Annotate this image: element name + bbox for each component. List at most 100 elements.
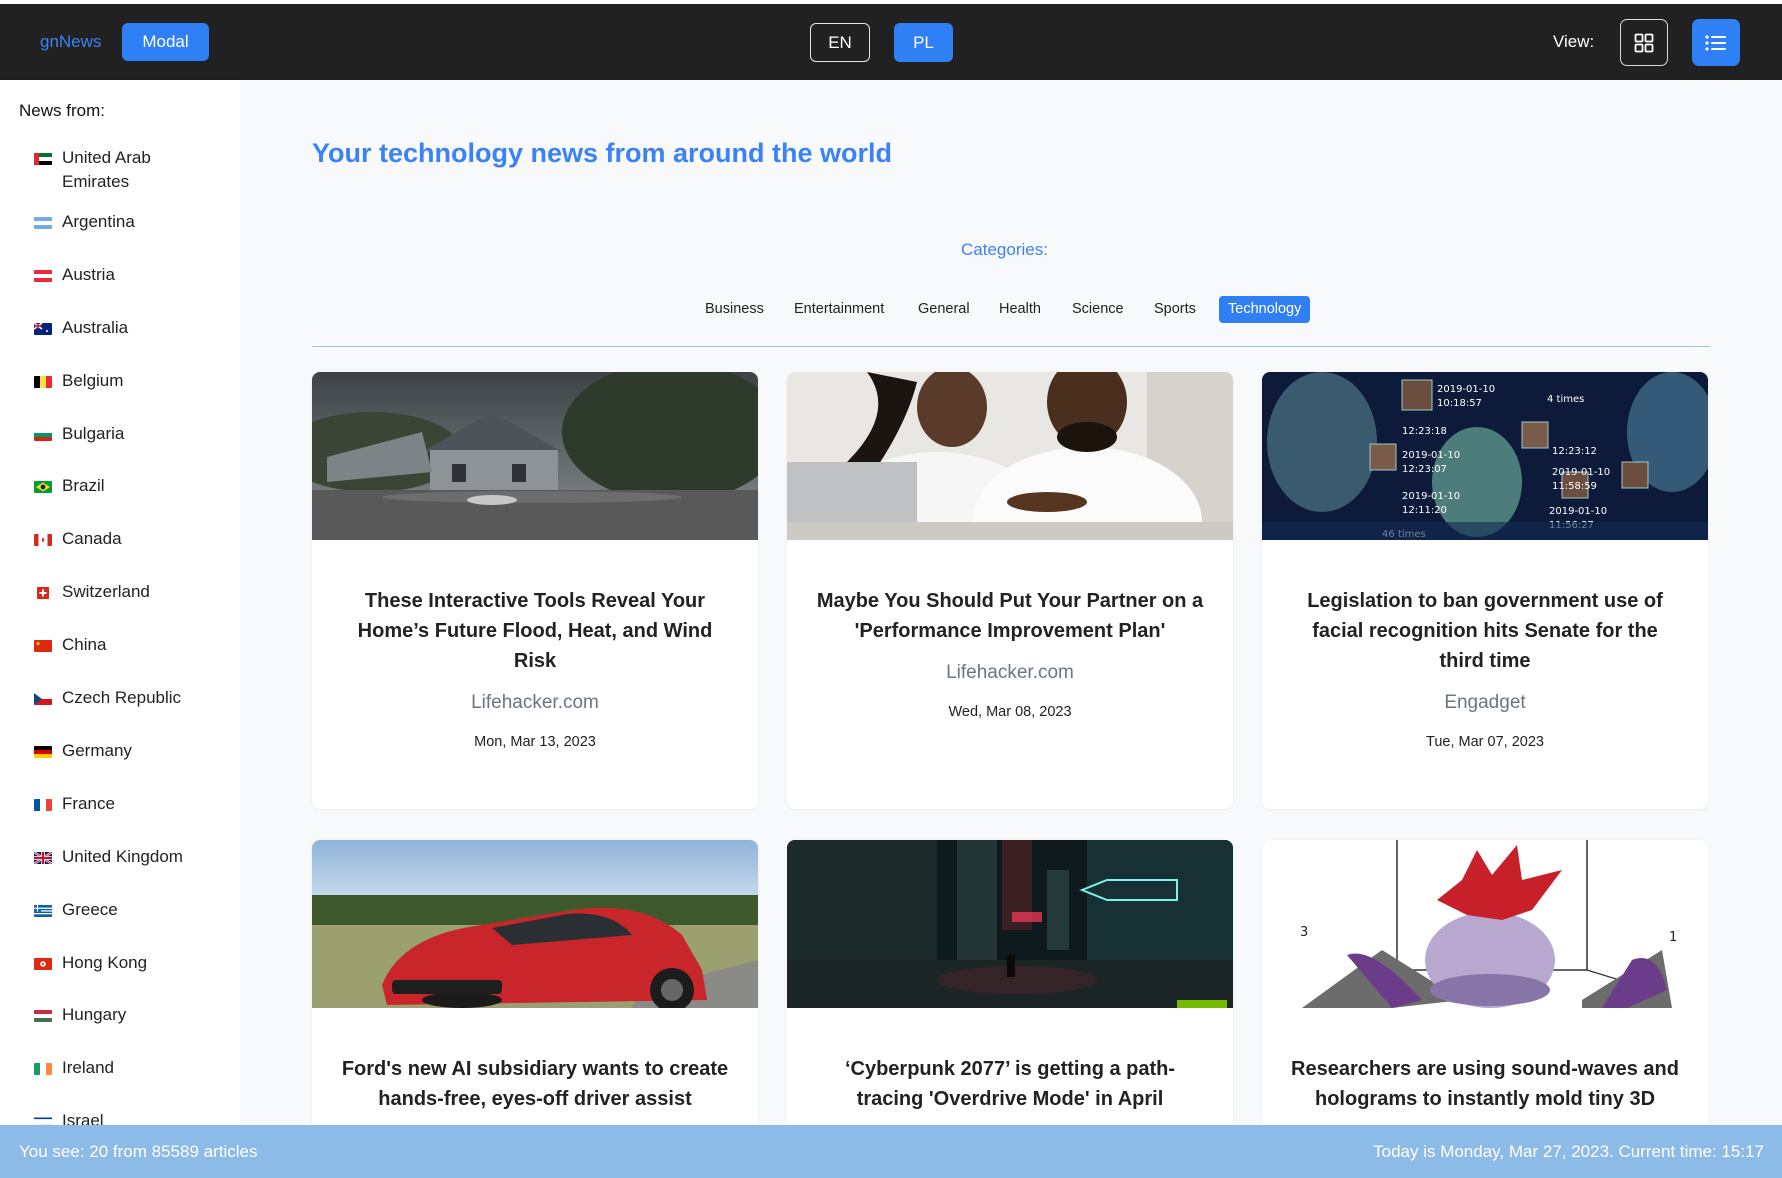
sidebar-item-label: Belgium bbox=[62, 371, 124, 390]
flag-cn-icon bbox=[34, 640, 52, 652]
category-science[interactable]: Science bbox=[1072, 296, 1124, 323]
svg-text:1: 1 bbox=[1669, 930, 1677, 945]
category-health[interactable]: Health bbox=[999, 296, 1041, 323]
news-card-title[interactable]: ‘Cyberpunk 2077’ is getting a path-traci… bbox=[815, 1054, 1205, 1114]
category-business[interactable]: Business bbox=[705, 296, 764, 323]
news-card-title[interactable]: Legislation to ban government use of fac… bbox=[1290, 586, 1680, 676]
sidebar-item-de[interactable]: Germany bbox=[34, 739, 132, 763]
sidebar-item-cn[interactable]: China bbox=[34, 633, 106, 657]
svg-text:2019-01-10: 2019-01-10 bbox=[1402, 450, 1460, 461]
sidebar-item-label: Argentina bbox=[62, 212, 135, 231]
sidebar-item-label: Hong Kong bbox=[62, 953, 148, 972]
news-card-title[interactable]: Maybe You Should Put Your Partner on a '… bbox=[815, 586, 1205, 646]
news-card-title[interactable]: Researchers are using sound-waves and ho… bbox=[1290, 1054, 1680, 1114]
sidebar-item-label: France bbox=[62, 794, 115, 813]
flag-be-icon bbox=[34, 376, 52, 388]
flag-at-icon bbox=[34, 270, 52, 282]
news-card-title[interactable]: Ford's new AI subsidiary wants to create… bbox=[340, 1054, 730, 1114]
status-footer: You see: 20 from 85589 articles Today is… bbox=[0, 1125, 1782, 1178]
news-card-date: Wed, Mar 08, 2023 bbox=[948, 704, 1072, 720]
sidebar-item-be[interactable]: Belgium bbox=[34, 369, 123, 393]
lang-pl-button[interactable]: PL bbox=[894, 23, 953, 62]
view-label: View: bbox=[1553, 32, 1595, 51]
grid-icon bbox=[1634, 33, 1654, 52]
news-card-image bbox=[312, 372, 758, 540]
brand-link[interactable]: gnNews bbox=[40, 32, 101, 52]
flag-ch-icon bbox=[37, 587, 49, 599]
news-card-image: 3 1 bbox=[1262, 840, 1708, 1008]
sidebar-title: News from: bbox=[19, 101, 105, 120]
svg-text:12:23:18: 12:23:18 bbox=[1402, 426, 1447, 437]
sidebar-item-gr[interactable]: Greece bbox=[34, 898, 118, 922]
news-card-date: Tue, Mar 07, 2023 bbox=[1426, 734, 1544, 750]
sidebar-item-ch[interactable]: Switzerland bbox=[34, 580, 150, 604]
main-content: Your technology news from around the wor… bbox=[240, 80, 1782, 1140]
sidebar-item-fr[interactable]: France bbox=[34, 792, 115, 816]
news-card-date: Mon, Mar 13, 2023 bbox=[474, 734, 596, 750]
lang-en-button[interactable]: EN bbox=[810, 23, 870, 62]
svg-text:3: 3 bbox=[1300, 925, 1308, 940]
sidebar-item-label: Bulgaria bbox=[62, 424, 125, 443]
news-card[interactable]: These Interactive Tools Reveal Your Home… bbox=[312, 372, 758, 809]
svg-text:4 times: 4 times bbox=[1547, 394, 1584, 405]
list-view-button[interactable] bbox=[1692, 19, 1740, 66]
sidebar-item-bg[interactable]: Bulgaria bbox=[34, 422, 124, 446]
flag-de-icon bbox=[34, 746, 52, 758]
sidebar-item-hu[interactable]: Hungary bbox=[34, 1003, 126, 1027]
sidebar-item-label: Hungary bbox=[62, 1005, 127, 1024]
grid-view-button[interactable] bbox=[1620, 19, 1668, 66]
news-card[interactable]: 2019-01-10 10:18:57 12:23:18 2019-01-10 … bbox=[1262, 372, 1708, 809]
svg-text:2019-01-10: 2019-01-10 bbox=[1549, 506, 1607, 517]
category-technology[interactable]: Technology bbox=[1219, 296, 1311, 323]
sidebar-item-br[interactable]: Brazil bbox=[34, 474, 105, 498]
sidebar-item-label: Austria bbox=[62, 265, 115, 284]
news-card[interactable]: Maybe You Should Put Your Partner on a '… bbox=[787, 372, 1233, 809]
category-general[interactable]: General bbox=[918, 296, 970, 323]
sidebar-item-gb[interactable]: United Kingdom bbox=[34, 845, 183, 869]
svg-text:2019-01-10: 2019-01-10 bbox=[1402, 491, 1460, 502]
sidebar-item-label: Israel bbox=[62, 1111, 104, 1125]
news-card-title[interactable]: These Interactive Tools Reveal Your Home… bbox=[340, 586, 730, 676]
news-card-source: Engadget bbox=[1444, 692, 1526, 713]
sidebar-item-ca[interactable]: Canada bbox=[34, 527, 122, 551]
category-divider bbox=[312, 346, 1710, 347]
svg-text:10:18:57: 10:18:57 bbox=[1437, 398, 1482, 409]
sidebar-item-label: Switzerland bbox=[62, 582, 150, 601]
sidebar-item-label: Germany bbox=[62, 741, 132, 760]
sidebar-item-label: Canada bbox=[62, 529, 122, 548]
news-card-image bbox=[312, 840, 758, 1008]
page-title: Your technology news from around the wor… bbox=[312, 138, 893, 168]
news-card-image bbox=[787, 840, 1233, 1008]
news-card-source: Lifehacker.com bbox=[471, 692, 599, 713]
sidebar-item-at[interactable]: Austria bbox=[34, 263, 115, 287]
flag-au-icon bbox=[34, 323, 52, 335]
news-card[interactable]: ‘Cyberpunk 2077’ is getting a path-traci… bbox=[787, 840, 1233, 1140]
flag-il-icon bbox=[34, 1116, 52, 1125]
flag-ae-icon bbox=[34, 153, 52, 165]
category-entertainment[interactable]: Entertainment bbox=[794, 296, 884, 323]
flag-gr-icon bbox=[34, 905, 52, 917]
news-card[interactable]: 3 1 Researchers are using sound-waves an… bbox=[1262, 840, 1708, 1140]
flag-bg-icon bbox=[34, 429, 52, 441]
flag-hu-icon bbox=[34, 1010, 52, 1022]
flag-cz-icon bbox=[34, 693, 52, 705]
news-card-source: Lifehacker.com bbox=[946, 662, 1074, 683]
category-sports[interactable]: Sports bbox=[1154, 296, 1196, 323]
flag-hk-icon bbox=[34, 958, 52, 970]
sidebar-item-hk[interactable]: Hong Kong bbox=[34, 951, 147, 975]
sidebar-item-ae[interactable]: United Arab Emirates bbox=[34, 146, 151, 194]
news-card[interactable]: Ford's new AI subsidiary wants to create… bbox=[312, 840, 758, 1140]
flag-ie-icon bbox=[34, 1063, 52, 1075]
sidebar-item-label: Australia bbox=[62, 318, 129, 337]
sidebar-item-ie[interactable]: Ireland bbox=[34, 1056, 114, 1080]
modal-button[interactable]: Modal bbox=[122, 23, 209, 61]
svg-text:11:58:59: 11:58:59 bbox=[1552, 481, 1597, 492]
flag-fr-icon bbox=[34, 799, 52, 811]
sidebar-item-cz[interactable]: Czech Republic bbox=[34, 686, 181, 710]
flag-ca-icon bbox=[34, 534, 52, 546]
sidebar-item-ar[interactable]: Argentina bbox=[34, 210, 135, 234]
sidebar-item-label: Greece bbox=[62, 900, 118, 919]
sidebar-item-au[interactable]: Australia bbox=[34, 316, 128, 340]
sidebar-item-label: Ireland bbox=[62, 1058, 114, 1077]
sidebar-item-il[interactable]: Israel bbox=[34, 1109, 104, 1125]
